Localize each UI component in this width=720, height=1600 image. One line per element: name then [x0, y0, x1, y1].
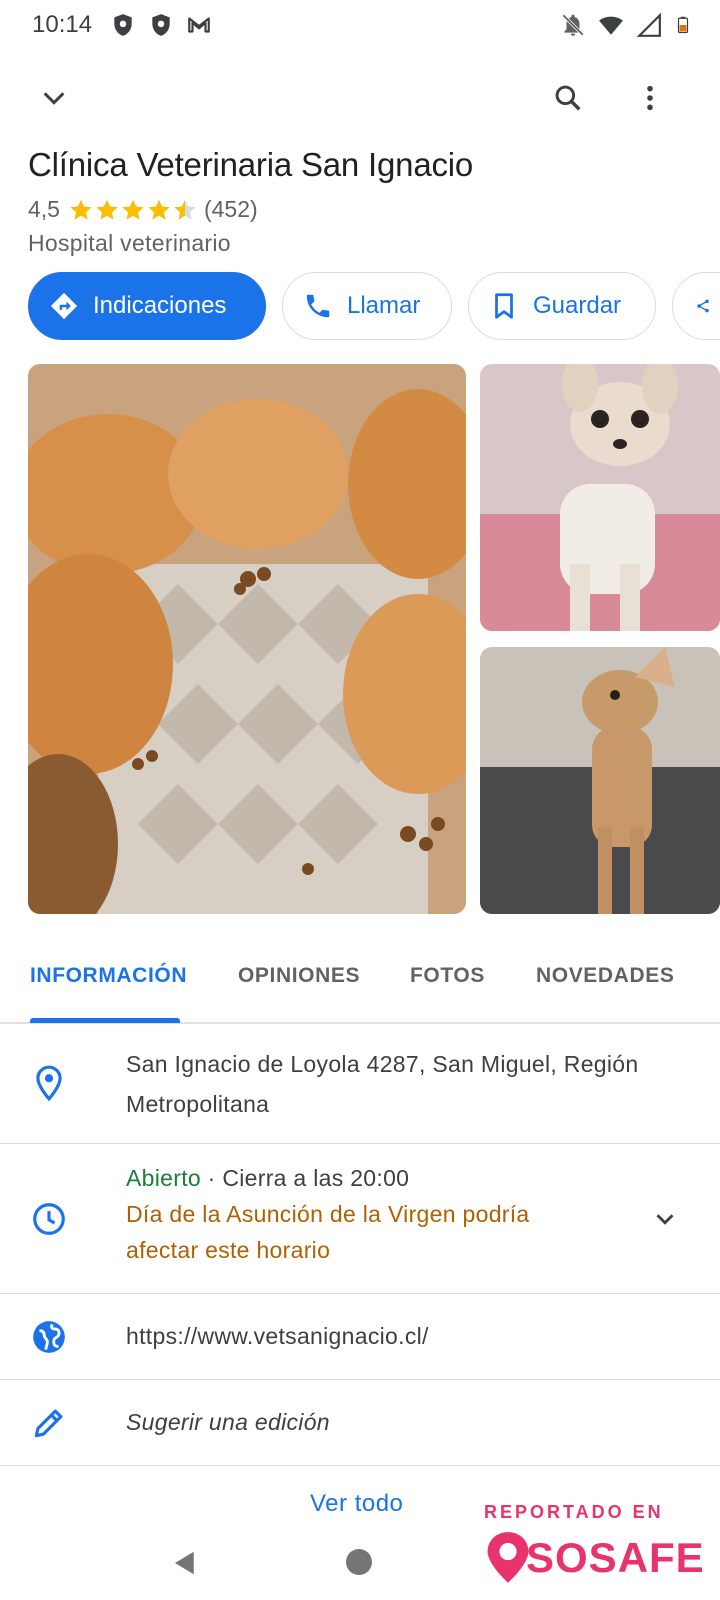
star-icon	[70, 199, 92, 220]
suggest-edit-row[interactable]: Sugerir una edición	[0, 1380, 720, 1466]
top-bar	[0, 70, 720, 126]
photo-chihuahua-blanket[interactable]	[480, 364, 720, 631]
hours-detail: · Cierra a las 20:00	[200, 1165, 410, 1191]
tab-photos[interactable]: FOTOS	[410, 964, 485, 988]
tab-information[interactable]: INFORMACIÓN	[30, 964, 187, 988]
home-button[interactable]	[346, 1549, 372, 1575]
star-icon	[122, 199, 144, 220]
photo-gallery	[0, 364, 720, 924]
phone-icon	[306, 294, 330, 318]
battery-icon	[677, 16, 689, 34]
call-button[interactable]: Llamar	[282, 272, 452, 340]
chevron-down-icon	[43, 92, 65, 105]
save-button[interactable]: Guardar	[468, 272, 656, 340]
collapse-button[interactable]	[26, 70, 82, 126]
share-button[interactable]	[672, 272, 720, 340]
share-icon	[697, 299, 709, 313]
website-row[interactable]: https://www.vetsanignacio.cl/	[0, 1294, 720, 1380]
chevron-down-icon[interactable]	[650, 1204, 680, 1234]
directions-label: Indicaciones	[93, 292, 227, 319]
photo-chihuahua-standing[interactable]	[480, 647, 720, 914]
chihuahua-standing-image	[480, 647, 720, 914]
watermark-label: REPORTADO EN	[484, 1502, 664, 1522]
shield-icon	[114, 14, 132, 36]
tab-bar: INFORMACIÓN OPINIONES FOTOS NOVEDADES	[0, 946, 720, 1024]
place-title: Clínica Veterinaria San Ignacio	[28, 146, 474, 183]
tab-reviews[interactable]: OPINIONES	[238, 964, 360, 988]
watermark-brand-text: SOSAFE	[526, 1534, 705, 1581]
photo-kittens[interactable]	[28, 364, 466, 914]
star-icon	[148, 199, 170, 220]
notifications-off-icon	[562, 14, 584, 36]
search-icon	[555, 85, 581, 111]
holiday-notice-line-1: Día de la Asunción de la Virgen podría	[126, 1201, 530, 1227]
kittens-image	[28, 364, 466, 914]
see-all-link[interactable]: Ver todo	[310, 1490, 403, 1518]
tab-updates[interactable]: NOVEDADES	[536, 964, 674, 988]
address-line-2: Metropolitana	[126, 1091, 270, 1117]
more-vert-icon	[647, 85, 653, 111]
bookmark-icon	[495, 293, 513, 319]
action-chips: Indicaciones Llamar Guardar	[28, 272, 720, 342]
shield-icon	[152, 14, 170, 36]
status-time: 10:14	[32, 11, 93, 38]
location-pin-icon	[36, 1065, 62, 1102]
pencil-icon	[34, 1409, 63, 1438]
address-row[interactable]: San Ignacio de Loyola 4287, San Miguel, …	[0, 1026, 720, 1144]
star-icon	[96, 199, 118, 220]
rating-value: 4,5	[28, 196, 60, 222]
half-star-icon	[174, 199, 196, 220]
tab-indicator	[30, 1018, 180, 1023]
gmail-icon	[188, 17, 210, 33]
directions-icon	[50, 292, 78, 320]
hours-status: Abierto	[126, 1165, 201, 1191]
call-label: Llamar	[347, 292, 421, 319]
address-line-1: San Ignacio de Loyola 4287, San Miguel, …	[126, 1051, 639, 1077]
directions-button[interactable]: Indicaciones	[28, 272, 266, 340]
rating-stars	[68, 197, 198, 223]
suggest-edit-label: Sugerir una edición	[126, 1409, 330, 1435]
clock-icon	[33, 1203, 65, 1235]
back-icon[interactable]	[170, 1547, 200, 1579]
watermark-brand: SOSAFE	[482, 1530, 705, 1586]
signal-icon	[636, 12, 661, 37]
chihuahua-blanket-image	[480, 364, 720, 631]
status-bar: 10:14	[0, 0, 720, 50]
place-category: Hospital veterinario	[28, 230, 231, 256]
globe-icon	[33, 1321, 65, 1353]
reviews-count: (452)	[203, 196, 258, 222]
search-button[interactable]	[540, 70, 596, 126]
website-url: https://www.vetsanignacio.cl/	[126, 1323, 429, 1349]
holiday-notice-line-2: afectar este horario	[126, 1237, 331, 1263]
more-options-button[interactable]	[622, 70, 678, 126]
rating-row[interactable]: 4,5 (452)	[28, 196, 258, 223]
wifi-icon	[599, 16, 623, 35]
hours-row[interactable]: Abierto · Cierra a las 20:00 Día de la A…	[0, 1144, 720, 1294]
save-label: Guardar	[533, 292, 622, 319]
